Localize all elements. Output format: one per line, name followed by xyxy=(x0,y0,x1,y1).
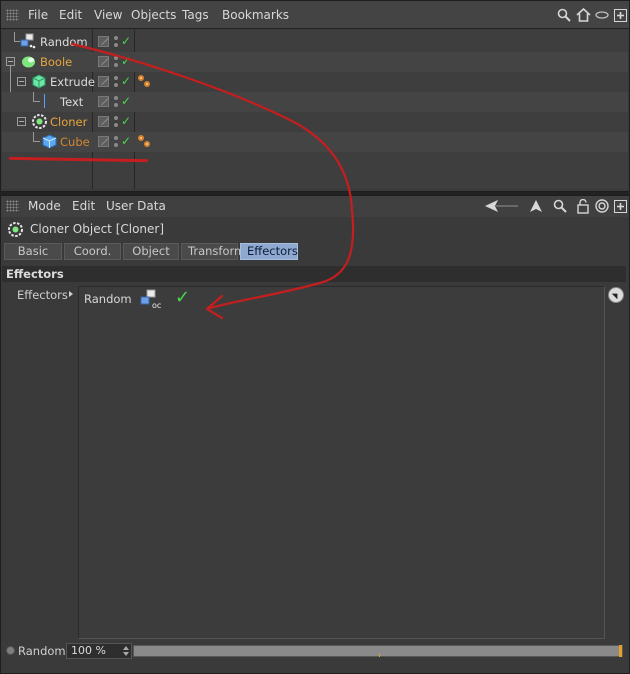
pick-object-icon[interactable] xyxy=(608,287,624,303)
annotation-underline xyxy=(8,156,149,163)
new-window-icon[interactable] xyxy=(613,8,627,22)
layer-color-icon[interactable] xyxy=(98,56,109,67)
collapse-icon[interactable]: − xyxy=(6,57,15,66)
random-effector-icon: oc xyxy=(139,288,163,313)
animate-toggle[interactable] xyxy=(6,646,15,655)
tree-row-text[interactable]: Text ✓ xyxy=(2,92,628,112)
enabled-check-icon[interactable]: ✓ xyxy=(121,54,131,68)
tree-row-random[interactable]: Random ✓ xyxy=(2,32,628,52)
object-name[interactable]: Random xyxy=(40,35,88,49)
object-name[interactable]: Boole xyxy=(40,55,72,69)
svg-text:oc: oc xyxy=(152,301,161,310)
tree-row-boole[interactable]: − Boole ✓ xyxy=(2,52,628,72)
menu-bookmarks[interactable]: Bookmarks xyxy=(222,1,289,29)
strength-slider[interactable] xyxy=(133,645,623,657)
object-name[interactable]: Cloner xyxy=(50,115,87,129)
boole-icon xyxy=(20,53,37,73)
slider-midpoint-mark xyxy=(379,654,380,657)
strength-value: 100 % xyxy=(71,644,106,657)
menu-mode[interactable]: Mode xyxy=(28,196,61,217)
collapse-icon[interactable]: − xyxy=(17,77,26,86)
layer-color-icon[interactable] xyxy=(98,76,109,87)
enabled-check-icon[interactable]: ✓ xyxy=(121,134,131,148)
visibility-dots-icon[interactable] xyxy=(114,35,119,49)
tab-basic[interactable]: Basic xyxy=(4,243,62,260)
phong-tag-icon[interactable] xyxy=(137,73,151,92)
collapse-icon[interactable]: − xyxy=(17,117,26,126)
menu-edit[interactable]: Edit xyxy=(72,196,95,217)
tab-effectors[interactable]: Effectors xyxy=(240,243,298,260)
layer-color-icon[interactable] xyxy=(98,136,109,147)
phong-tag-icon[interactable] xyxy=(137,133,151,152)
menu-view[interactable]: View xyxy=(94,1,122,29)
object-manager-menubar: File Edit View Objects Tags Bookmarks xyxy=(1,1,629,29)
attribute-manager-menubar: Mode Edit User Data xyxy=(1,196,629,217)
section-header: Effectors xyxy=(2,266,626,282)
up-arrow-icon[interactable] xyxy=(528,198,544,214)
panel-grip-icon[interactable] xyxy=(6,9,19,21)
search-icon[interactable] xyxy=(553,198,567,214)
menu-tags[interactable]: Tags xyxy=(182,1,209,29)
cloner-icon xyxy=(7,221,24,241)
tab-coord[interactable]: Coord. xyxy=(64,243,121,260)
menu-file[interactable]: File xyxy=(28,1,48,29)
visibility-dots-icon[interactable] xyxy=(114,135,119,149)
object-tree: Random ✓ − Boole ✓ − Extrude ✓ Text ✓ − … xyxy=(2,30,628,189)
visibility-dots-icon[interactable] xyxy=(114,95,119,109)
lock-icon[interactable] xyxy=(576,198,590,214)
expand-arrow-icon[interactable] xyxy=(69,291,73,297)
tree-row-extrude[interactable]: − Extrude ✓ xyxy=(2,66,628,96)
attribute-manager-panel: Mode Edit User Data Cloner Object [Clone… xyxy=(0,195,630,674)
strength-input[interactable]: 100 % xyxy=(66,643,132,659)
visibility-dots-icon[interactable] xyxy=(114,55,119,69)
spinner-arrows-icon[interactable] xyxy=(123,645,129,657)
cloner-icon xyxy=(31,113,48,133)
slider-fill xyxy=(134,646,622,656)
target-icon[interactable] xyxy=(594,198,609,214)
cube-icon xyxy=(42,134,57,152)
tree-row-cloner[interactable]: − Cloner ✓ xyxy=(2,112,628,132)
link-icon[interactable] xyxy=(595,8,609,22)
back-arrow-icon[interactable] xyxy=(484,198,520,214)
strength-row: Random 100 % xyxy=(1,642,629,660)
tree-line xyxy=(33,101,40,102)
enabled-check-icon[interactable]: ✓ xyxy=(121,114,131,128)
tree-row-cube[interactable]: Cube ✓ xyxy=(2,132,628,152)
search-icon[interactable] xyxy=(557,8,571,22)
tab-transform[interactable]: Transform xyxy=(181,243,245,260)
home-icon[interactable] xyxy=(575,8,591,22)
effector-name: Random xyxy=(84,292,132,306)
random-effector-icon xyxy=(19,33,36,53)
menu-edit[interactable]: Edit xyxy=(59,1,82,29)
visibility-dots-icon[interactable] xyxy=(114,75,119,89)
layer-color-icon[interactable] xyxy=(98,96,109,107)
text-spline-icon xyxy=(44,94,54,108)
slider-handle[interactable] xyxy=(619,645,622,657)
object-name[interactable]: Cube xyxy=(60,135,90,149)
layer-color-icon[interactable] xyxy=(98,36,109,47)
tree-line xyxy=(33,141,40,142)
object-name[interactable]: Text xyxy=(60,95,83,109)
effectors-list[interactable]: Random oc ✓ xyxy=(78,286,605,639)
enabled-check-icon[interactable]: ✓ xyxy=(175,287,190,308)
panel-grip-icon[interactable] xyxy=(6,200,19,212)
visibility-dots-icon[interactable] xyxy=(114,115,119,129)
object-title: Cloner Object [Cloner] xyxy=(30,222,165,236)
object-name[interactable]: Extrude xyxy=(50,75,95,89)
extrude-icon xyxy=(31,73,47,92)
menu-user-data[interactable]: User Data xyxy=(106,196,166,217)
tab-object[interactable]: Object xyxy=(123,243,179,260)
object-manager-panel: File Edit View Objects Tags Bookmarks Ra xyxy=(0,0,630,192)
enabled-check-icon[interactable]: ✓ xyxy=(121,74,131,88)
effectors-label: Effectors xyxy=(17,288,68,302)
new-window-icon[interactable] xyxy=(613,198,627,214)
strength-label: Random xyxy=(18,644,66,658)
menu-objects[interactable]: Objects xyxy=(131,1,176,29)
enabled-check-icon[interactable]: ✓ xyxy=(121,34,131,48)
attribute-tabs: Basic Coord. Object Transform Effectors xyxy=(4,243,298,260)
enabled-check-icon[interactable]: ✓ xyxy=(121,94,131,108)
layer-color-icon[interactable] xyxy=(98,116,109,127)
